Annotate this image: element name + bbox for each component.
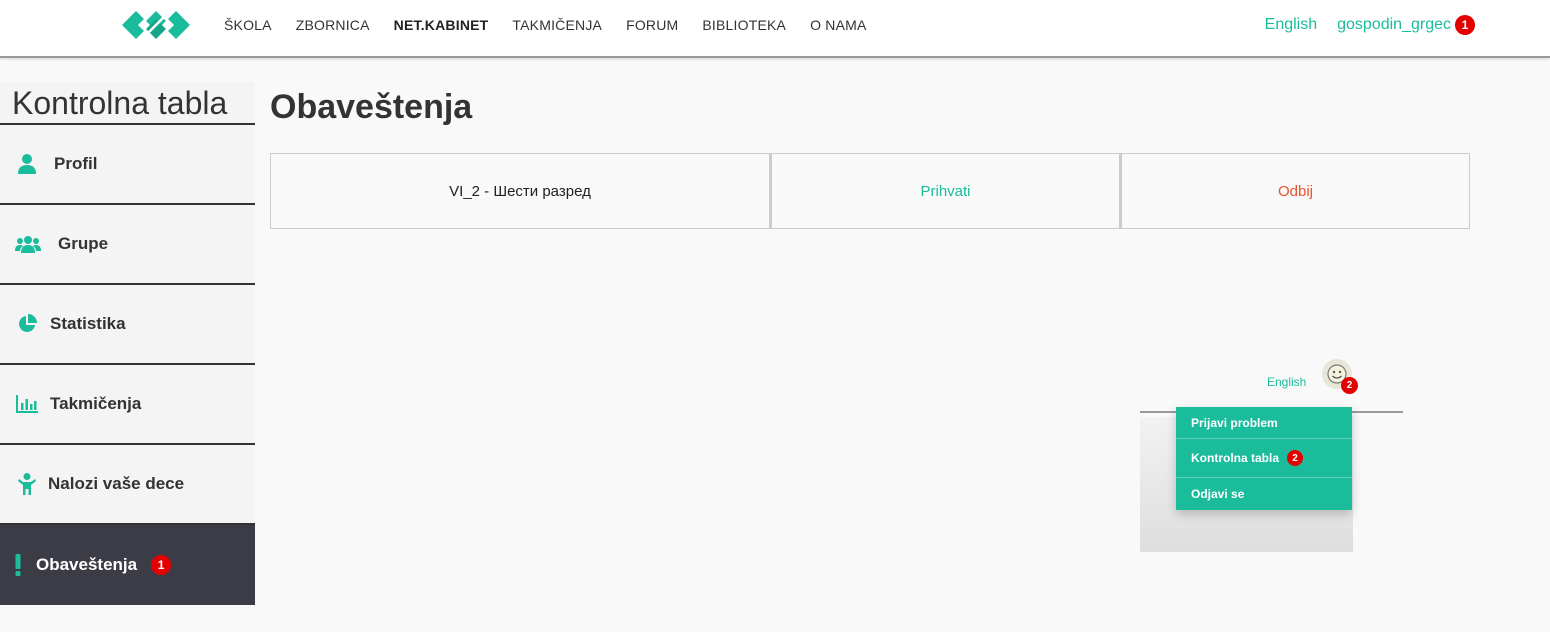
bar-chart-icon bbox=[14, 393, 40, 415]
menu-item-odjavi-se: Odjavi se bbox=[1176, 478, 1352, 510]
pie-chart-icon bbox=[14, 313, 40, 335]
help-illustration: English 2 Prijavi problem Kontrolna tabl… bbox=[1140, 355, 1403, 552]
notifications-count-badge: 1 bbox=[151, 555, 172, 575]
child-icon bbox=[14, 473, 40, 495]
language-link[interactable]: English bbox=[1265, 16, 1317, 34]
dashboard-sidebar: Kontrolna tabla Profil Grupe Statistika … bbox=[0, 82, 255, 605]
site-logo-icon[interactable] bbox=[120, 5, 192, 45]
menu-item-label: Kontrolna tabla bbox=[1191, 451, 1280, 465]
sidebar-title: Kontrolna tabla bbox=[0, 82, 255, 125]
sidebar-item-nalozi-vase-dece[interactable]: Nalozi vaše dece bbox=[0, 445, 255, 525]
users-icon bbox=[14, 233, 42, 255]
sidebar-item-label: Profil bbox=[54, 154, 98, 173]
nav-forum[interactable]: FORUM bbox=[626, 17, 678, 33]
help-avatar-badge: 2 bbox=[1341, 377, 1358, 394]
sidebar-item-label: Obaveštenja bbox=[36, 555, 138, 574]
help-language-link: English bbox=[1267, 375, 1307, 389]
sidebar-item-label: Takmičenja bbox=[50, 394, 142, 413]
menu-item-kontrolna-tabla: Kontrolna tabla 2 bbox=[1176, 439, 1352, 478]
sidebar-item-obavestenja[interactable]: Obaveštenja 1 bbox=[0, 525, 255, 605]
notification-group-name: VI_2 - Шести разред bbox=[270, 153, 770, 229]
menu-item-label: Odjavi se bbox=[1191, 487, 1245, 501]
accept-button[interactable]: Prihvati bbox=[770, 153, 1120, 229]
menu-item-prijavi-problem: Prijavi problem bbox=[1176, 407, 1352, 439]
sidebar-item-statistika[interactable]: Statistika bbox=[0, 285, 255, 365]
page-title: Obaveštenja bbox=[270, 88, 473, 126]
sidebar-item-takmicenja[interactable]: Takmičenja bbox=[0, 365, 255, 445]
user-area: English gospodin_grgec 1 bbox=[1265, 0, 1475, 50]
nav-skola[interactable]: ŠKOLA bbox=[224, 17, 272, 33]
sidebar-item-grupe[interactable]: Grupe bbox=[0, 205, 255, 285]
top-navbar: ŠKOLA ZBORNICA NET.KABINET TAKMIČENJA FO… bbox=[0, 0, 1550, 58]
user-icon bbox=[14, 153, 40, 175]
menu-item-badge: 2 bbox=[1287, 450, 1304, 466]
reject-button[interactable]: Odbij bbox=[1120, 153, 1470, 229]
notification-row: VI_2 - Шести разред Prihvati Odbij bbox=[270, 153, 1470, 229]
menu-item-label: Prijavi problem bbox=[1191, 415, 1278, 430]
main-nav: ŠKOLA ZBORNICA NET.KABINET TAKMIČENJA FO… bbox=[224, 0, 891, 50]
sidebar-item-label: Nalozi vaše dece bbox=[48, 474, 185, 493]
user-notification-badge: 1 bbox=[1455, 15, 1475, 35]
nav-biblioteka[interactable]: BIBLIOTEKA bbox=[702, 17, 786, 33]
sidebar-item-label: Grupe bbox=[58, 234, 109, 253]
sidebar-item-profil[interactable]: Profil bbox=[0, 125, 255, 205]
user-dropdown-menu: Prijavi problem Kontrolna tabla 2 Odjavi… bbox=[1176, 407, 1352, 510]
exclamation-icon bbox=[14, 554, 22, 576]
username-link[interactable]: gospodin_grgec bbox=[1337, 16, 1451, 34]
sidebar-item-label: Statistika bbox=[50, 314, 126, 333]
nav-takmicenja[interactable]: TAKMIČENJA bbox=[512, 17, 602, 33]
nav-zbornica[interactable]: ZBORNICA bbox=[296, 17, 370, 33]
nav-net-kabinet[interactable]: NET.KABINET bbox=[394, 17, 489, 33]
nav-o-nama[interactable]: O NAMA bbox=[810, 17, 866, 33]
